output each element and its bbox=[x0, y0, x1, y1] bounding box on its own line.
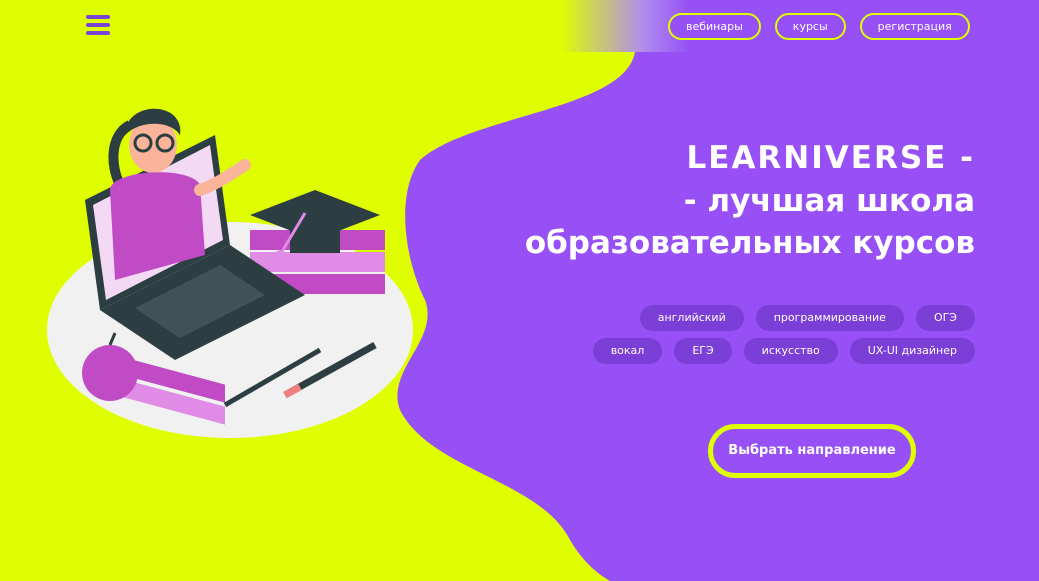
hero-title-line-2: образовательных курсов bbox=[524, 225, 975, 261]
tag-vocal[interactable]: вокал bbox=[592, 338, 663, 364]
nav-courses-button[interactable]: курсы bbox=[774, 13, 846, 40]
hamburger-menu-icon[interactable] bbox=[86, 15, 114, 37]
hero-title-line-1: - лучшая школа bbox=[683, 183, 975, 219]
nav-webinars-button[interactable]: вебинары bbox=[668, 13, 761, 40]
nav-registration-button[interactable]: регистрация bbox=[859, 13, 970, 40]
tag-english[interactable]: английский bbox=[639, 305, 744, 331]
tag-ege[interactable]: ЕГЭ bbox=[674, 338, 732, 364]
brand-logo: LEARNIVERSE - bbox=[686, 140, 975, 176]
nav-links: вебинары курсы регистрация bbox=[668, 13, 970, 40]
hero-illustration bbox=[47, 108, 413, 438]
tag-ux-ui-designer[interactable]: UX-UI дизайнер bbox=[849, 338, 975, 364]
choose-direction-button[interactable]: Выбрать направление bbox=[708, 424, 916, 478]
tag-programming[interactable]: программирование bbox=[755, 305, 904, 331]
hero-title: - лучшая школа образовательных курсов bbox=[415, 180, 975, 264]
top-nav-bar: вебинары курсы регистрация bbox=[0, 0, 1039, 52]
tag-oge[interactable]: ОГЭ bbox=[915, 305, 975, 331]
tag-art[interactable]: искусство bbox=[743, 338, 838, 364]
course-tags-row-2: вокал ЕГЭ искусство UX-UI дизайнер bbox=[592, 338, 975, 364]
course-tags-row-1: английский программирование ОГЭ bbox=[639, 305, 975, 331]
